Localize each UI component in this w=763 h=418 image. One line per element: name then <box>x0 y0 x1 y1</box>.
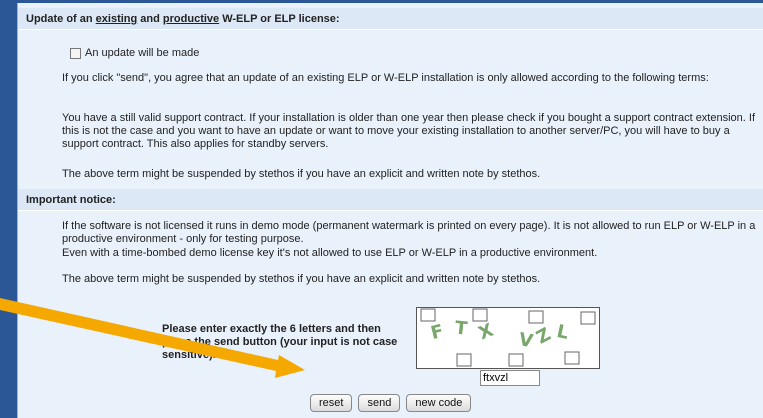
captcha-graphic: F T X V Z L <box>420 308 596 367</box>
send-button[interactable]: send <box>358 394 401 412</box>
heading-text-mid: and <box>137 13 163 25</box>
send-terms-text: If you click "send", you agree that an u… <box>62 72 709 84</box>
update-checkbox-row[interactable]: An update will be made <box>70 47 199 59</box>
captcha-letter-3: X <box>476 320 497 345</box>
captcha-letter-1: F <box>429 321 446 344</box>
form-buttons: reset send new code <box>310 394 472 412</box>
update-checkbox[interactable] <box>70 47 81 59</box>
suspend-note-1: The above term might be suspended by ste… <box>62 168 541 180</box>
captcha-instruction: Please enter exactly the 6 letters and t… <box>162 323 398 361</box>
heading-text-suffix: W-ELP or ELP license: <box>219 13 340 25</box>
demo-license-text: Even with a time-bombed demo license key… <box>62 247 598 259</box>
heading-existing: existing <box>95 13 138 25</box>
reset-button[interactable]: reset <box>310 394 353 412</box>
captcha-letter-2: T <box>454 317 469 339</box>
captcha-letter-6: L <box>555 321 571 344</box>
captcha-letter-4: V <box>517 329 534 352</box>
captcha-letter-5: Z <box>533 324 554 349</box>
form-panel: Update of an existing and productive W-E… <box>17 3 763 418</box>
new-code-button[interactable]: new code <box>406 394 472 412</box>
suspend-note-2: The above term might be suspended by ste… <box>62 273 541 285</box>
captcha-input[interactable] <box>480 370 540 386</box>
support-contract-text: You have a still valid support contract.… <box>62 112 756 150</box>
section-update-heading: Update of an existing and productive W-E… <box>18 8 763 30</box>
section-important-heading: Important notice: <box>18 189 763 211</box>
demo-mode-text: If the software is not licensed it runs … <box>62 220 756 245</box>
update-checkbox-label[interactable]: An update will be made <box>85 47 199 59</box>
heading-productive: productive <box>162 13 220 25</box>
important-notice-title: Important notice: <box>26 194 116 206</box>
heading-text-prefix: Update of an <box>26 13 96 25</box>
captcha-image: F T X V Z L <box>416 307 600 369</box>
